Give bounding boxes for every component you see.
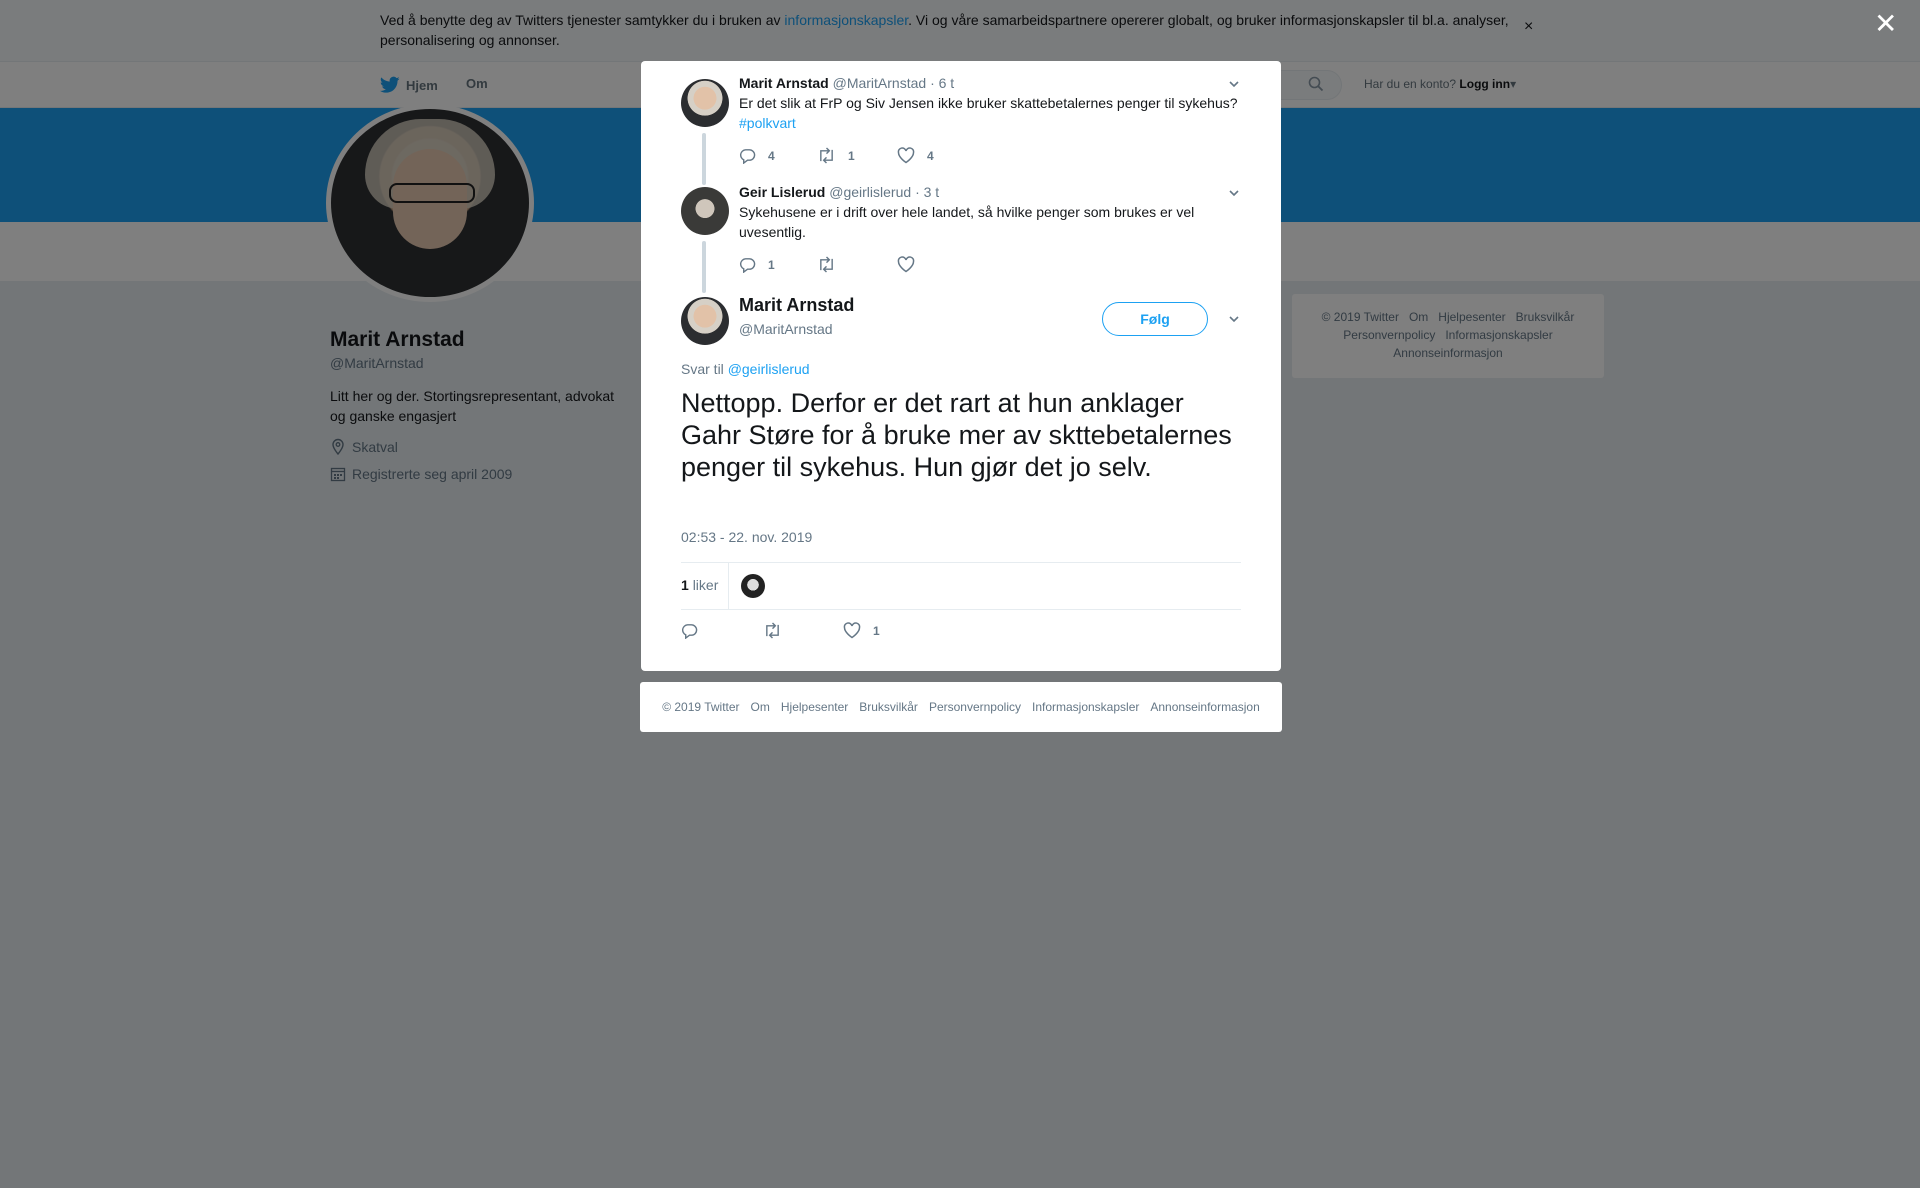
retweet-count: 1 [848,148,855,163]
tweet-actions: 4 1 4 [739,147,934,164]
thread-connector [702,241,706,293]
heart-icon [843,622,861,639]
heart-icon [897,147,915,164]
footer-copyright: © 2019 Twitter [662,700,740,714]
reply-count: 4 [768,148,775,163]
tweet-modal: Marit Arnstad @MaritArnstad · 6 t Er det… [641,61,1281,671]
footer-link-ads-info[interactable]: Annonseinformasjon [1150,700,1259,714]
chevron-down-icon[interactable] [1227,312,1241,326]
reply-icon [739,256,756,273]
follow-button[interactable]: Følg [1102,302,1208,336]
reply-count: 1 [768,257,775,272]
avatar[interactable] [681,187,729,235]
retweet-button[interactable] [817,256,897,273]
footer-link-about[interactable]: Om [751,700,770,714]
tweet-time[interactable]: · 6 t [930,75,954,91]
reply-prefix: Svar til [681,361,724,377]
main-tweet-author-handle[interactable]: @MaritArnstad [739,321,833,337]
reply-button[interactable]: 4 [739,147,817,164]
like-button[interactable] [897,256,927,273]
retweet-button[interactable]: 1 [817,147,897,164]
tweet-author-handle[interactable]: @geirlislerud [829,184,911,200]
reply-context: Svar til @geirlislerud [681,361,810,377]
like-count: 1 [873,623,880,638]
tweet-text: Er det slik at FrP og Siv Jensen ikke br… [739,93,1259,133]
likes-count[interactable]: 1 liker [681,577,718,593]
footer-link-privacy[interactable]: Personvernpolicy [929,700,1021,714]
close-icon[interactable]: ✕ [1874,10,1897,38]
heart-icon [897,256,915,273]
like-count: 4 [927,148,934,163]
retweet-button[interactable] [763,622,843,639]
tweet-author-name[interactable]: Marit Arnstad [739,75,829,91]
hashtag-link[interactable]: #polkvart [739,115,796,131]
thread-connector [702,133,706,185]
reply-button[interactable]: 1 [739,256,817,273]
main-tweet-text: Nettopp. Derfor er det rart at hun ankla… [681,388,1232,482]
avatar[interactable] [681,297,729,345]
avatar[interactable] [681,79,729,127]
like-button[interactable]: 1 [843,622,880,639]
retweet-icon [817,147,836,164]
reply-icon [739,147,756,164]
retweet-icon [817,256,836,273]
likes-count-number: 1 [681,577,689,593]
chevron-down-icon[interactable] [1227,77,1241,91]
tweet-time[interactable]: · 3 t [915,184,939,200]
modal-footer: © 2019 Twitter Om Hjelpesenter Bruksvilk… [640,682,1282,732]
reply-icon [681,622,698,639]
tweet-author-handle[interactable]: @MaritArnstad [833,75,927,91]
reply-to-link[interactable]: @geirlislerud [728,361,810,377]
main-tweet-author-name[interactable]: Marit Arnstad [739,295,854,316]
tweet-header: Geir Lislerud @geirlislerud · 3 t [739,184,939,200]
liker-avatar[interactable] [741,574,765,598]
like-button[interactable]: 4 [897,147,934,164]
chevron-down-icon[interactable] [1227,186,1241,200]
tweet-author-name[interactable]: Geir Lislerud [739,184,825,200]
main-tweet-actions: 1 [681,622,880,639]
tweet-header: Marit Arnstad @MaritArnstad · 6 t [739,75,954,91]
tweet-text-body: Er det slik at FrP og Siv Jensen ikke br… [739,95,1238,111]
footer-link-cookies[interactable]: Informasjonskapsler [1032,700,1139,714]
retweet-icon [763,622,782,639]
likes-count-label: liker [692,577,719,593]
tweet-text: Sykehusene er i drift over hele landet, … [739,204,1195,240]
tweet-actions: 1 [739,256,927,273]
likes-row: 1 liker [681,562,1241,610]
footer-link-help[interactable]: Hjelpesenter [781,700,848,714]
main-tweet-timestamp[interactable]: 02:53 - 22. nov. 2019 [681,529,812,545]
reply-button[interactable] [681,622,763,639]
footer-link-terms[interactable]: Bruksvilkår [859,700,918,714]
